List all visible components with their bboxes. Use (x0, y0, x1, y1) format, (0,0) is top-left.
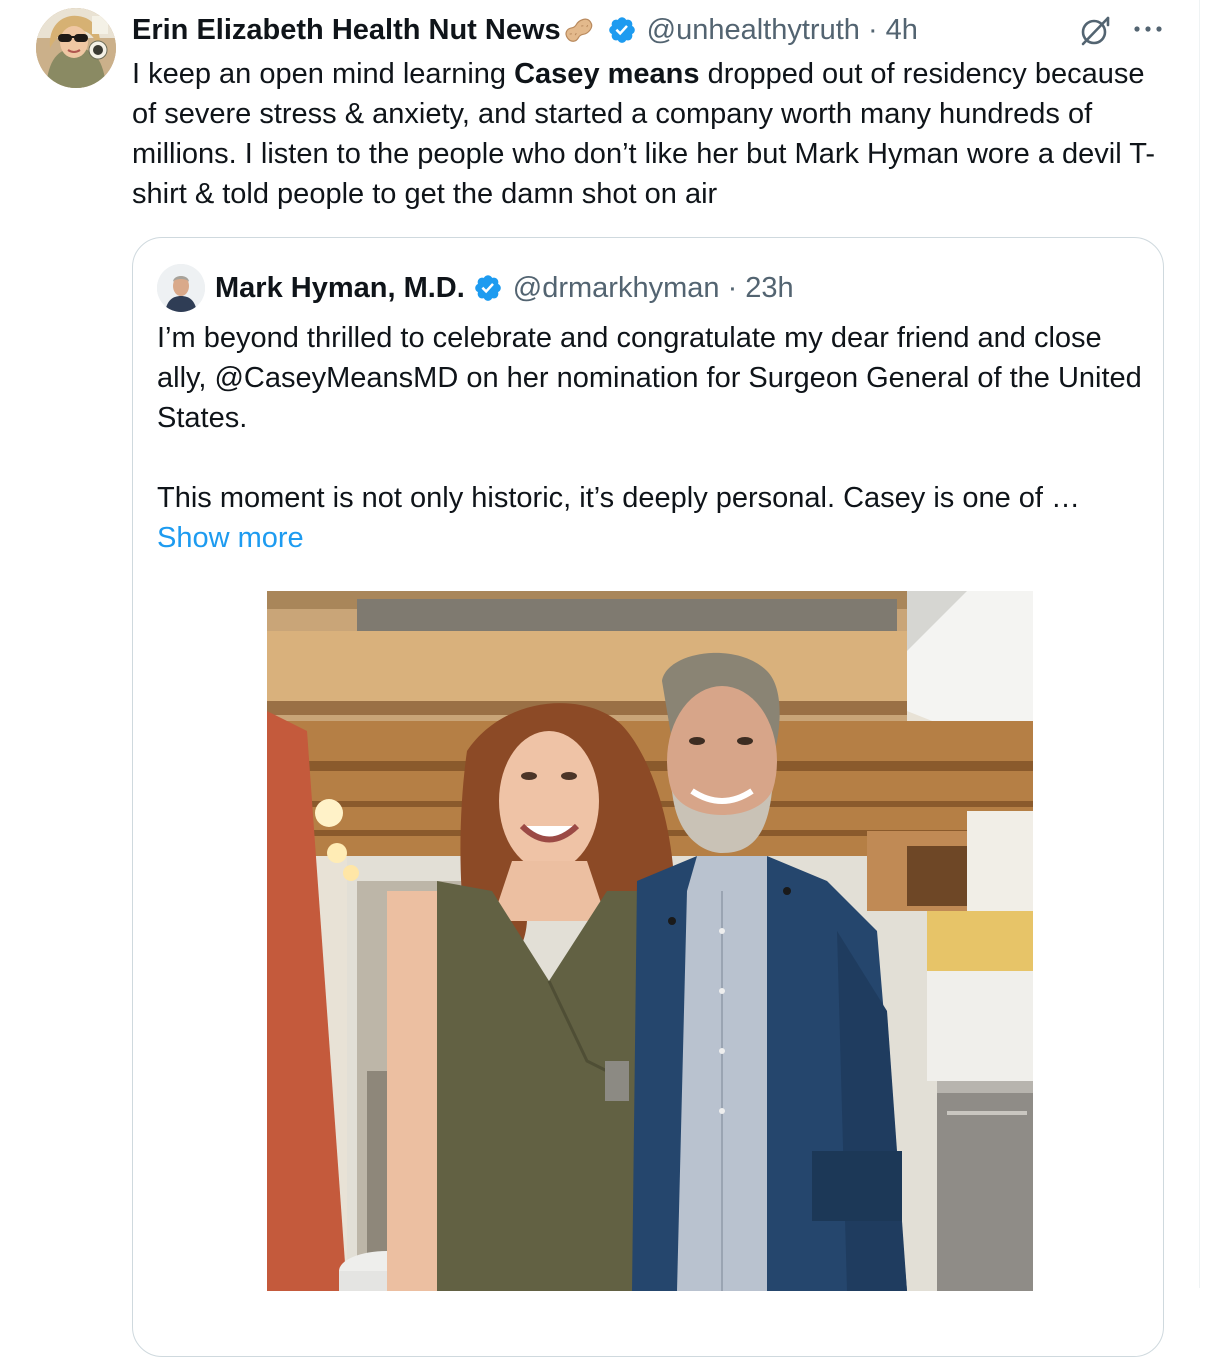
peanut-emoji-icon (561, 15, 597, 45)
author-handle-text[interactable]: @unhealthytruth (647, 14, 860, 46)
quoted-author-handle[interactable]: @drmarkhyman · 23h (513, 272, 794, 305)
tweet-text-part: I keep an open mind learning (132, 58, 515, 90)
timeline-divider (1199, 0, 1200, 1288)
author-name[interactable]: Erin Elizabeth Health Nut News (132, 14, 561, 47)
tweet-header: Erin Elizabeth Health Nut News @unhealth… (132, 8, 918, 52)
quoted-tweet-photo[interactable] (267, 591, 1033, 1291)
author-avatar[interactable] (36, 8, 116, 88)
quoted-paragraph: This moment is not only historic, it’s d… (157, 482, 1081, 514)
grok-icon[interactable] (1078, 14, 1112, 48)
tweet-text: I keep an open mind learning Casey means… (132, 54, 1172, 214)
tweet-timestamp[interactable]: 4h (886, 14, 918, 46)
quoted-author-avatar[interactable] (157, 264, 205, 312)
separator-dot: · (859, 13, 886, 46)
quoted-tweet-text: I’m beyond thrilled to celebrate and con… (157, 318, 1147, 558)
more-options-icon[interactable] (1130, 14, 1166, 44)
quoted-handle-text[interactable]: @drmarkhyman (513, 272, 720, 304)
photo-image (267, 591, 1033, 1291)
quoted-author-name[interactable]: Mark Hyman, M.D. (215, 272, 465, 305)
author-avatar-image (36, 8, 116, 88)
verified-badge-icon (607, 15, 637, 45)
show-more-link[interactable]: Show more (157, 518, 1147, 558)
quoted-tweet-card[interactable]: Mark Hyman, M.D. @drmarkhyman · 23h I’m … (132, 237, 1164, 1357)
quoted-tweet-timestamp[interactable]: 23h (745, 272, 793, 304)
author-handle[interactable]: @unhealthytruth · 4h (647, 14, 918, 47)
separator-dot: · (719, 271, 746, 304)
quoted-tweet-header: Mark Hyman, M.D. @drmarkhyman · 23h (215, 266, 794, 310)
tweet-text-bold: Casey means (514, 58, 700, 90)
verified-badge-icon (473, 273, 503, 303)
quoted-paragraph: I’m beyond thrilled to celebrate and con… (157, 322, 1142, 434)
